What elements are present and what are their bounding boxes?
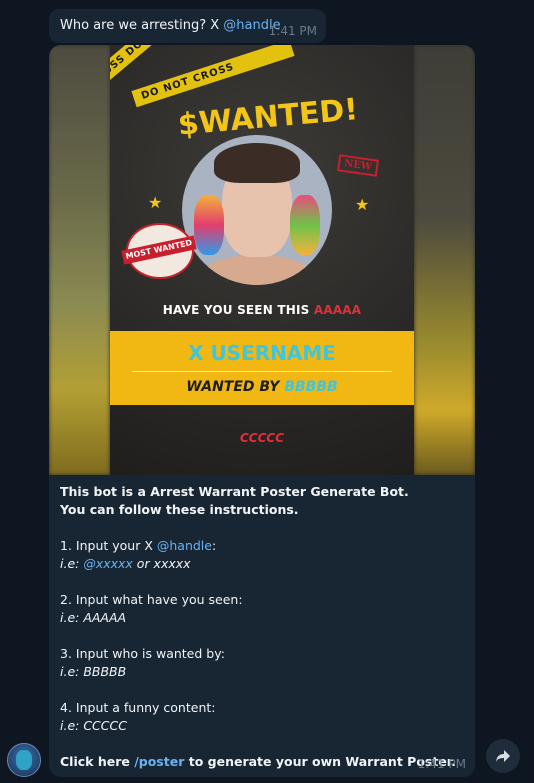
photo-shoulders bbox=[202, 255, 312, 285]
have-seen-prefix: HAVE YOU SEEN THIS bbox=[162, 303, 314, 317]
star-icon: ★ bbox=[148, 193, 163, 212]
wanted-poster-image: CROSS DO NOT CROSS DO NOT CROSS $WANTED!… bbox=[110, 45, 414, 475]
message-text-prefix: Who are we arresting? X bbox=[60, 18, 224, 33]
message-time: 1:41 PM bbox=[417, 757, 466, 771]
photo-hand-right bbox=[290, 195, 320, 255]
sender-avatar[interactable] bbox=[7, 743, 41, 777]
poster-photo bbox=[182, 135, 332, 285]
message-caption: This bot is a Arrest Warrant Poster Gene… bbox=[60, 483, 460, 771]
wanted-by-value: BBBBB bbox=[284, 379, 338, 395]
share-button[interactable] bbox=[486, 739, 520, 773]
poster-command-link[interactable]: /poster bbox=[134, 754, 184, 769]
caption-cta: Click here /poster to generate your own … bbox=[60, 753, 460, 771]
avatar-figure bbox=[16, 750, 32, 770]
caption-line2: You can follow these instructions. bbox=[60, 502, 299, 517]
step1-ex-prefix: i.e: bbox=[60, 556, 84, 571]
message-text: Who are we arresting? X @handle bbox=[60, 18, 281, 33]
new-stamp: NEW bbox=[337, 154, 379, 177]
caption-line1: This bot is a Arrest Warrant Poster Gene… bbox=[60, 484, 409, 499]
photo-hand-left bbox=[194, 195, 224, 255]
wanted-by-prefix: WANTED BY bbox=[186, 379, 285, 395]
wanted-by-line: WANTED BY BBBBB bbox=[110, 379, 414, 395]
step1-ex-suffix: or xxxxx bbox=[132, 556, 191, 571]
have-seen-value: AAAAA bbox=[313, 303, 362, 317]
message-bubble-question: Who are we arresting? X @handle 1:41 PM bbox=[49, 9, 326, 43]
have-you-seen-line: HAVE YOU SEEN THIS AAAAA bbox=[110, 303, 414, 317]
step1-text: 1. Input your X bbox=[60, 538, 157, 553]
step1-example-link[interactable]: @xxxxx bbox=[83, 556, 133, 571]
media-blur-right bbox=[414, 45, 475, 475]
caption-step3: 3. Input who is wanted by: bbox=[60, 646, 225, 661]
photo-hair bbox=[214, 143, 300, 183]
caption-step4-example: i.e: CCCCC bbox=[60, 718, 127, 733]
caption-step3-example: i.e: BBBBB bbox=[60, 664, 127, 679]
poster-divider bbox=[132, 371, 392, 372]
poster-yellow-band: X USERNAME WANTED BY BBBBB bbox=[110, 331, 414, 405]
caption-step2-example: i.e: AAAAA bbox=[60, 610, 127, 625]
most-wanted-stamp-band: MOST WANTED bbox=[121, 235, 197, 265]
message-bubble-poster: CROSS DO NOT CROSS DO NOT CROSS $WANTED!… bbox=[49, 45, 475, 777]
star-icon: ★ bbox=[355, 195, 370, 214]
most-wanted-stamp: MOST WANTED bbox=[121, 223, 197, 279]
share-arrow-icon bbox=[496, 750, 510, 762]
caption-step1-example: i.e: @xxxxx or xxxxx bbox=[60, 555, 460, 573]
message-time: 1:41 PM bbox=[268, 24, 317, 38]
cta-suffix: to generate your own Warrant Poster. bbox=[184, 754, 456, 769]
step1-colon: : bbox=[211, 538, 217, 553]
caption-step1: 1. Input your X @handle: bbox=[60, 537, 460, 555]
poster-funny-content: CCCCC bbox=[239, 431, 285, 445]
poster-username: X USERNAME bbox=[188, 341, 336, 365]
caution-tape-2: DO NOT CROSS bbox=[131, 45, 295, 108]
poster-media[interactable]: CROSS DO NOT CROSS DO NOT CROSS $WANTED!… bbox=[49, 45, 475, 475]
step1-handle-link[interactable]: @handle bbox=[157, 538, 212, 553]
caption-step2: 2. Input what have you seen: bbox=[60, 592, 243, 607]
media-blur-left bbox=[49, 45, 110, 475]
caption-step4: 4. Input a funny content: bbox=[60, 700, 216, 715]
cta-prefix: Click here bbox=[60, 754, 135, 769]
